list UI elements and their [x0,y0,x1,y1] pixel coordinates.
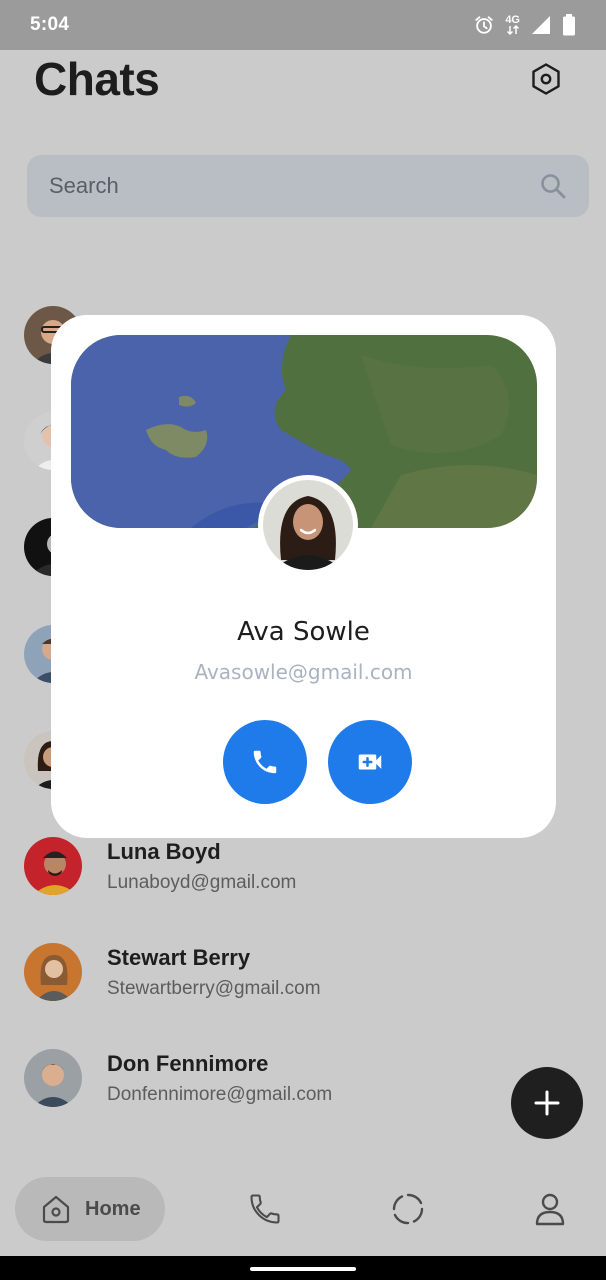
settings-hexagon-icon [532,63,560,95]
alarm-icon [475,16,494,34]
settings-button[interactable] [524,57,568,101]
nav-profile[interactable] [530,1189,570,1229]
network-type: 4G [505,15,520,35]
status-time: 5:04 [30,14,70,35]
contact-profile-card: Ava Sowle Avasowle@gmail.com [51,315,556,838]
bottom-navigation: Home [0,1160,606,1256]
contact-name: Luna Boyd [107,839,221,864]
status-icons: 4G [473,14,576,36]
nav-home-label: Home [85,1197,141,1220]
home-icon [42,1195,70,1224]
list-item[interactable]: Stewart Berry Stewartberry@gmail.com [24,943,584,1013]
profile-name: Ava Sowle [237,617,370,647]
status-bar: 5:04 4G [0,0,606,50]
list-item[interactable]: Luna Boyd Lunaboyd@gmail.com [24,837,584,907]
phone-icon [250,1194,280,1224]
contact-email: Donfennimore@gmail.com [107,1084,333,1105]
contact-email: Stewartberry@gmail.com [107,978,321,999]
gesture-bar [0,1256,606,1280]
page-title: Chats [34,53,160,105]
avatar [24,837,82,895]
profile-icon [535,1193,565,1226]
list-item[interactable]: Don Fennimore Donfennimore@gmail.com [24,1049,584,1119]
new-chat-fab[interactable] [511,1067,583,1139]
data-arrows-icon [506,25,519,35]
search-bar[interactable] [27,155,589,217]
contact-name: Stewart Berry [107,945,251,970]
nav-status[interactable] [388,1189,428,1229]
profile-email: Avasowle@gmail.com [194,660,413,684]
status-circle-icon [392,1193,424,1225]
home-gesture-handle[interactable] [250,1267,356,1271]
search-icon[interactable] [539,172,567,200]
profile-avatar [258,475,358,575]
voice-call-button[interactable] [223,720,307,804]
contact-email: Lunaboyd@gmail.com [107,872,297,893]
avatar [24,1049,82,1107]
video-call-button[interactable] [328,720,412,804]
plus-icon [534,1090,560,1116]
avatar [24,943,82,1001]
nav-calls[interactable] [245,1189,285,1229]
search-input[interactable] [49,173,539,199]
signal-icon [532,16,550,34]
video-camera-add-icon [358,754,382,770]
battery-icon [563,14,575,36]
phone-icon [253,750,277,774]
nav-home[interactable]: Home [15,1177,165,1241]
contact-name: Don Fennimore [107,1051,269,1076]
